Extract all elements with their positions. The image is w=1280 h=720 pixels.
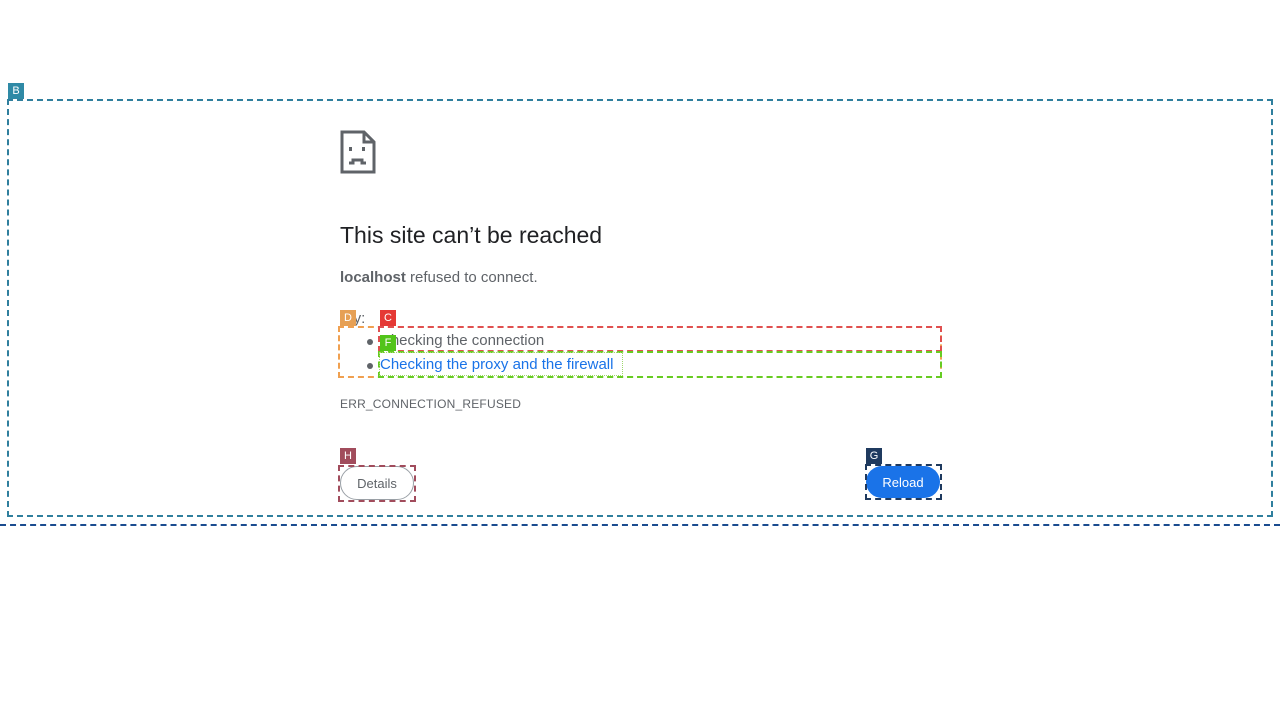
annotation-tag-c: C bbox=[380, 310, 396, 326]
page-title: This site can’t be reached bbox=[340, 222, 603, 248]
annotation-tag-b: B bbox=[8, 83, 24, 99]
error-message-text: refused to connect. bbox=[405, 269, 538, 286]
annotation-tag-h: H bbox=[340, 448, 356, 464]
annotation-box-f-inner bbox=[379, 352, 623, 376]
error-code: ERR_CONNECTION_REFUSED bbox=[340, 397, 522, 411]
annotation-box-h bbox=[338, 465, 416, 502]
error-message: localhost refused to connect. bbox=[340, 269, 538, 286]
outer-region-outline bbox=[0, 524, 1280, 526]
annotation-box-g bbox=[865, 464, 942, 500]
annotation-tag-f: F bbox=[380, 335, 396, 351]
annotation-box-c bbox=[378, 326, 942, 352]
page-frame bbox=[7, 99, 1273, 517]
sad-document-icon bbox=[340, 130, 376, 174]
annotation-tag-d: D bbox=[340, 310, 356, 326]
annotation-tag-g: G bbox=[866, 448, 882, 464]
host-name: localhost bbox=[340, 269, 406, 286]
